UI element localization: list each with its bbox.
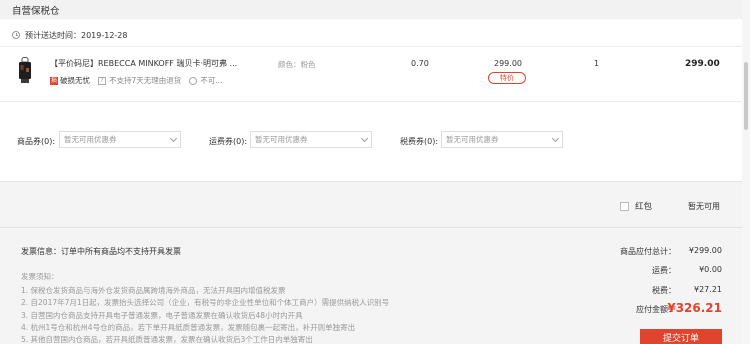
product-price: 299.00 <box>494 59 522 68</box>
tag-break-guarantee: 损 破损无忧 <box>50 75 90 86</box>
chevron-down-icon <box>169 134 178 142</box>
goods-total-value: ¥299.00 <box>688 246 722 255</box>
info-icon <box>189 76 198 85</box>
shipping-coupon-placeholder: 暂无可用优惠券 <box>255 135 308 144</box>
tax-coupon-label: 税费券(0): <box>400 137 439 146</box>
invoice-notes-title: 发票须知： <box>21 272 59 281</box>
goods-coupon-select[interactable]: 暂无可用优惠券 <box>59 131 181 148</box>
submit-order-button[interactable]: 提交订单 <box>640 329 722 344</box>
tag-break-label: 破损无忧 <box>60 76 90 85</box>
tag-more-label: 不可... <box>200 76 223 85</box>
red-packet-option[interactable]: 红包 <box>620 200 652 212</box>
tag-no-return-label: 不支持7天无理由退货 <box>109 76 182 85</box>
product-name[interactable]: 【平价码尼】REBECCA MINKOFF 瑞贝卡·明可弗 ... <box>50 58 237 69</box>
scrollbar-thumb[interactable] <box>744 62 748 130</box>
invoice-note: 2. 自2017年7月1日起，发票抬头选择公司（企业，有税号的非企业性单位和个体… <box>21 298 390 307</box>
shipping-coupon-label: 运费券(0): <box>209 137 248 146</box>
invoice-info: 发票信息：订单中所有商品均不支持开具发票 <box>21 247 181 256</box>
divider <box>0 227 742 228</box>
clock-icon <box>12 31 20 39</box>
payable-value: ¥326.21 <box>667 301 722 315</box>
red-packet-label: 红包 <box>635 202 653 212</box>
product-tax: 0.70 <box>411 59 429 68</box>
special-price-badge: 特价 <box>488 72 526 84</box>
warehouse-header: 自营保税仓 <box>0 0 742 19</box>
red-packet-checkbox[interactable] <box>620 201 629 211</box>
tax-value: ¥27.21 <box>694 285 722 294</box>
break-guarantee-icon: 损 <box>50 76 58 85</box>
warehouse-title: 自营保税仓 <box>12 6 60 17</box>
red-packet-status: 暂无可用 <box>688 202 720 211</box>
goods-coupon-placeholder: 暂无可用优惠券 <box>64 135 117 144</box>
product-subtotal: 299.00 <box>685 59 720 69</box>
shipping-value: ¥0.00 <box>699 265 722 274</box>
invoice-note: 3. 自营国内仓商品支持开具电子普通发票，电子普通发票在确认收货后48小时内开具 <box>21 311 303 320</box>
invoice-note: 4. 杭州1号仓和杭州4号仓的商品，若下单开具纸质普通发票，发票随包裹一起寄出，… <box>21 323 356 332</box>
chevron-down-icon <box>360 134 369 142</box>
scrollbar[interactable] <box>742 0 750 344</box>
tag-more[interactable]: 不可... <box>189 75 222 86</box>
product-thumbnail[interactable] <box>16 56 34 86</box>
delivery-text: 预计送达时间：2019-12-28 <box>25 30 128 40</box>
tax-coupon-placeholder: 暂无可用优惠券 <box>446 135 499 144</box>
goods-coupon-label: 商品券(0): <box>17 137 56 146</box>
invoice-note: 1. 保税仓发货商品与海外仓发货商品属跨境海外商品，无法开具国内增值税发票 <box>21 286 286 295</box>
shipping-coupon-select[interactable]: 暂无可用优惠券 <box>250 131 372 148</box>
divider <box>0 46 742 47</box>
delivery-estimate: 预计送达时间：2019-12-28 <box>12 28 128 42</box>
product-color: 颜色：粉色 <box>278 60 316 69</box>
tax-coupon-select[interactable]: 暂无可用优惠券 <box>441 131 563 148</box>
chevron-down-icon <box>551 134 560 142</box>
divider <box>0 101 742 102</box>
tag-no-return: ? 不支持7天无理由退货 <box>98 75 181 86</box>
product-quantity: 1 <box>594 59 600 68</box>
help-icon: ? <box>98 76 106 85</box>
order-confirm-page: 自营保税仓 预计送达时间：2019-12-28 【平价码尼】REBECCA MI… <box>0 0 750 344</box>
service-tags: 损 破损无忧 ? 不支持7天无理由退货 不可... <box>50 75 222 86</box>
invoice-note: 5. 其他自营国内仓商品，若开具纸质普通发票，发票在确认收货后3个工作日内单独寄… <box>21 335 313 344</box>
